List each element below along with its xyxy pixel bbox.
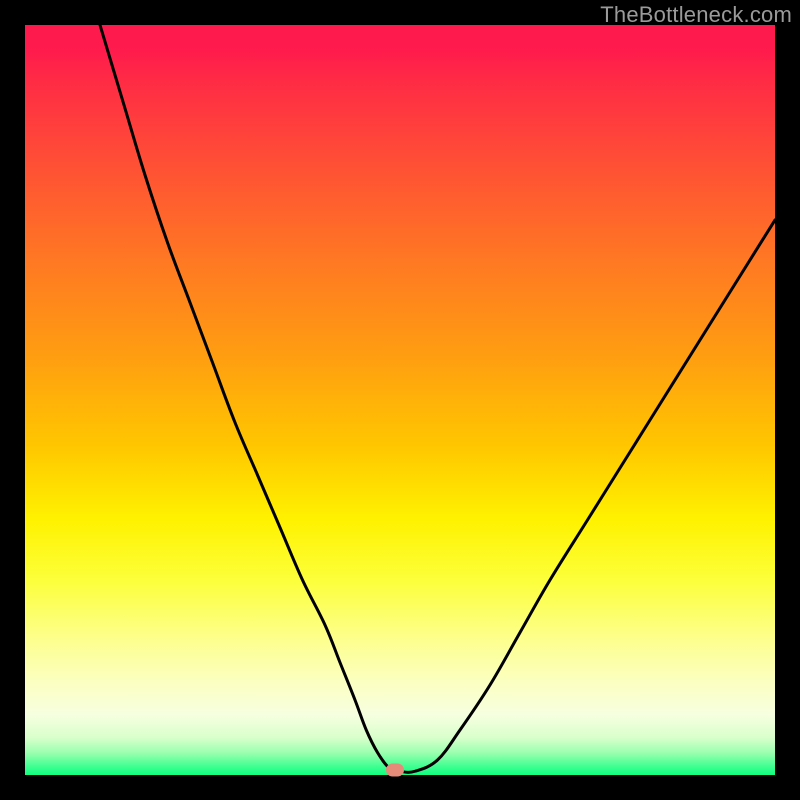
chart-frame: TheBottleneck.com — [0, 0, 800, 800]
chart-svg — [25, 25, 775, 775]
watermark-text: TheBottleneck.com — [600, 2, 792, 28]
chart-plot-area — [25, 25, 775, 775]
optimal-point-marker — [386, 763, 404, 776]
bottleneck-curve — [100, 25, 775, 772]
